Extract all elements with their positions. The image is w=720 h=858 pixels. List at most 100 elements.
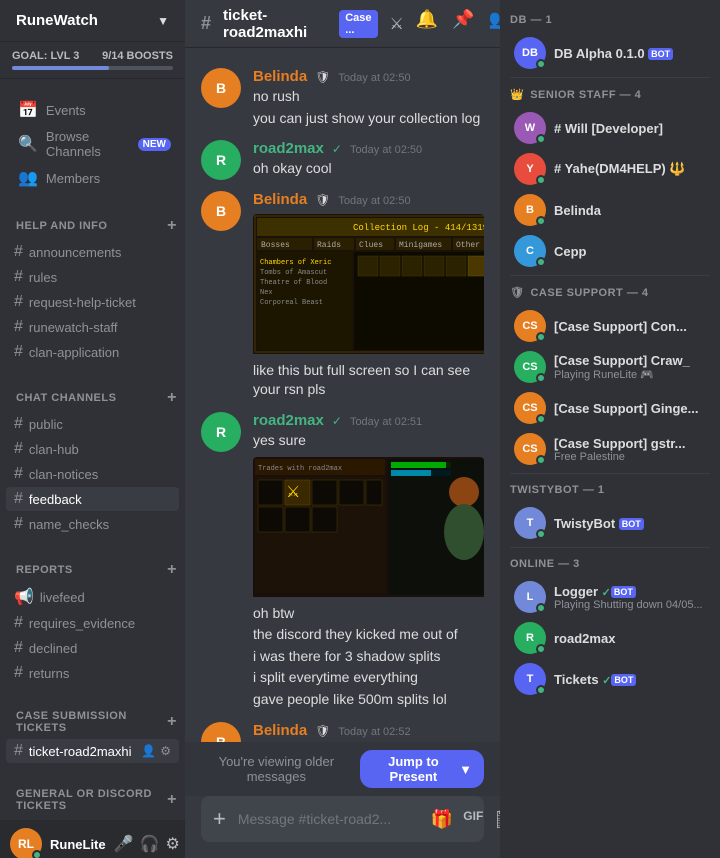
rs-member-db-alpha[interactable]: DB DB Alpha 0.1.0 BOT — [506, 33, 714, 73]
avatar: B — [201, 722, 241, 742]
avatar-initials: W — [525, 122, 535, 134]
gif-icon[interactable]: GIF — [463, 809, 483, 830]
add-discord-ticket-icon[interactable]: + — [167, 791, 177, 809]
status-dot — [536, 175, 546, 185]
sword-icon: ⚔ — [390, 14, 404, 34]
channel-announcements[interactable]: # announcements — [6, 240, 179, 264]
rs-member-info: TwistyBot BOT — [554, 516, 706, 531]
tickets-section: CASE SUBMISSION TICKETS + # ticket-road2… — [0, 690, 185, 768]
rs-member-info: [Case Support] gstr... Free Palestine — [554, 436, 706, 463]
message-timestamp: Today at 02:50 — [338, 72, 410, 84]
rs-member-info: road2max — [554, 631, 706, 646]
channel-requires-evidence[interactable]: # requires_evidence — [6, 611, 179, 635]
svg-text:Bosses: Bosses — [261, 241, 290, 250]
mic-icon[interactable]: 🎤 — [114, 834, 134, 854]
rs-divider — [510, 275, 710, 276]
channel-livefeed[interactable]: 📢 livefeed — [6, 584, 179, 610]
status-dot — [536, 373, 546, 383]
rs-avatar: CS — [514, 351, 546, 383]
bell-icon[interactable]: 🔔 — [416, 9, 438, 38]
rs-section-senior-staff: 👑 SENIOR STAFF — 4 W # Will [Developer] … — [500, 82, 720, 271]
channel-ticket-road2maxhi[interactable]: # ticket-road2maxhi 👤 ⚙ — [6, 739, 179, 763]
pin-icon[interactable]: 📌 — [452, 9, 474, 38]
channel-public[interactable]: # public — [6, 412, 179, 436]
status-dot — [536, 414, 546, 424]
chat-input-area: + 🎁 GIF 🗒 😊 — [185, 796, 500, 858]
rs-member-tickets[interactable]: T Tickets ✓BOT — [506, 659, 714, 699]
reports-section-label: REPORTS — [16, 564, 73, 576]
jump-to-present-button[interactable]: Jump to Present ▼ — [360, 750, 484, 788]
channel-clan-application[interactable]: # clan-application — [6, 340, 179, 364]
rs-member-will[interactable]: W # Will [Developer] — [506, 108, 714, 148]
gear-icon[interactable]: ⚙ — [160, 744, 171, 758]
rs-section-header-db: DB — 1 — [500, 8, 720, 32]
rs-member-yahe[interactable]: Y # Yahe(DM4HELP) 🔱 — [506, 149, 714, 189]
avatar-initials: L — [527, 591, 534, 603]
rs-member-cepp[interactable]: C Cepp — [506, 231, 714, 271]
rs-divider — [510, 473, 710, 474]
status-dot — [536, 216, 546, 226]
message-line: oh okay cool — [253, 159, 484, 179]
channel-tag[interactable]: Case ... — [339, 10, 377, 38]
rs-member-info: [Case Support] Ginge... — [554, 401, 706, 416]
rs-member-belinda[interactable]: B Belinda — [506, 190, 714, 230]
add-reports-icon[interactable]: + — [167, 561, 177, 579]
channel-runewatch-staff[interactable]: # runewatch-staff — [6, 315, 179, 339]
goal-value: 9/14 Boosts — [102, 50, 173, 62]
rs-member-road2max[interactable]: R road2max — [506, 618, 714, 658]
tickets-section-label: CASE SUBMISSION TICKETS — [16, 710, 167, 734]
rs-member-gstr[interactable]: CS [Case Support] gstr... Free Palestine — [506, 429, 714, 469]
chat-input[interactable] — [238, 800, 419, 838]
rs-member-ginge[interactable]: CS [Case Support] Ginge... — [506, 388, 714, 428]
rs-member-craw[interactable]: CS [Case Support] Craw_ Playing RuneLite… — [506, 347, 714, 387]
channel-name-checks[interactable]: # name_checks — [6, 512, 179, 536]
sidebar-item-browse[interactable]: 🔍 Browse Channels NEW — [6, 125, 179, 163]
rs-member-twistybot[interactable]: T TwistyBot BOT — [506, 503, 714, 543]
svg-text:Raids: Raids — [317, 241, 341, 250]
person-icon[interactable]: 👤 — [141, 744, 156, 758]
rs-member-logger[interactable]: L Logger ✓BOT Playing Shutting down 04/0… — [506, 577, 714, 617]
chevron-down-icon: ▼ — [459, 762, 472, 777]
avatar-initials: C — [526, 245, 534, 257]
add-help-channel-icon[interactable]: + — [167, 217, 177, 235]
shield-icon: 🛡 — [510, 286, 524, 299]
headphones-icon[interactable]: 🎧 — [140, 834, 160, 854]
channel-clan-notices[interactable]: # clan-notices — [6, 462, 179, 486]
message-content: Belinda 🛡 Today at 02:50 Collection Log … — [253, 191, 484, 402]
message-line: oh btw — [253, 604, 484, 624]
mod-shield-icon: 🛡 — [315, 193, 330, 207]
rs-member-name: road2max — [554, 631, 706, 646]
gift-icon[interactable]: 🎁 — [431, 809, 453, 830]
user-avatar-runelite: RL — [10, 828, 42, 858]
add-attachment-icon[interactable]: + — [209, 796, 230, 842]
channel-returns[interactable]: # returns — [6, 661, 179, 685]
rs-member-name: Logger ✓BOT — [554, 584, 706, 599]
user-area-container: RL RuneLite 🎤 🎧 ⚙ B Belinda Do Not Distu… — [0, 820, 185, 858]
server-header[interactable]: RuneWatch ▼ — [0, 0, 185, 42]
channel-feedback[interactable]: # feedback — [6, 487, 179, 511]
sidebar-item-members[interactable]: 👥 Members — [6, 164, 179, 192]
rs-avatar: C — [514, 235, 546, 267]
channel-declined[interactable]: # declined — [6, 636, 179, 660]
rs-avatar: R — [514, 622, 546, 654]
add-ticket-icon[interactable]: + — [167, 713, 177, 731]
rs-member-con[interactable]: CS [Case Support] Con... — [506, 306, 714, 346]
channel-request-help-ticket[interactable]: # request-help-ticket — [6, 290, 179, 314]
sidebar-item-events[interactable]: 📅 Events — [6, 96, 179, 124]
status-dot — [536, 134, 546, 144]
add-chat-channel-icon[interactable]: + — [167, 389, 177, 407]
avatar: R — [201, 140, 241, 180]
channel-rules[interactable]: # rules — [6, 265, 179, 289]
rs-member-status: Playing Shutting down 04/05... — [554, 599, 706, 611]
settings-icon[interactable]: ⚙ — [165, 834, 179, 854]
rs-member-name: Tickets ✓BOT — [554, 672, 706, 687]
svg-text:Tombs of Amascut: Tombs of Amascut — [260, 269, 327, 277]
channel-label: returns — [29, 666, 171, 681]
svg-text:Other: Other — [456, 241, 480, 250]
message-header: Belinda 🛡 Today at 02:50 — [253, 191, 484, 208]
message-content: road2max ✓ Today at 02:51 yes sure Trade… — [253, 412, 484, 712]
hash-icon: # — [14, 515, 23, 533]
chevron-down-icon: ▼ — [157, 14, 169, 28]
channel-clan-hub[interactable]: # clan-hub — [6, 437, 179, 461]
hash-icon: # — [14, 343, 23, 361]
